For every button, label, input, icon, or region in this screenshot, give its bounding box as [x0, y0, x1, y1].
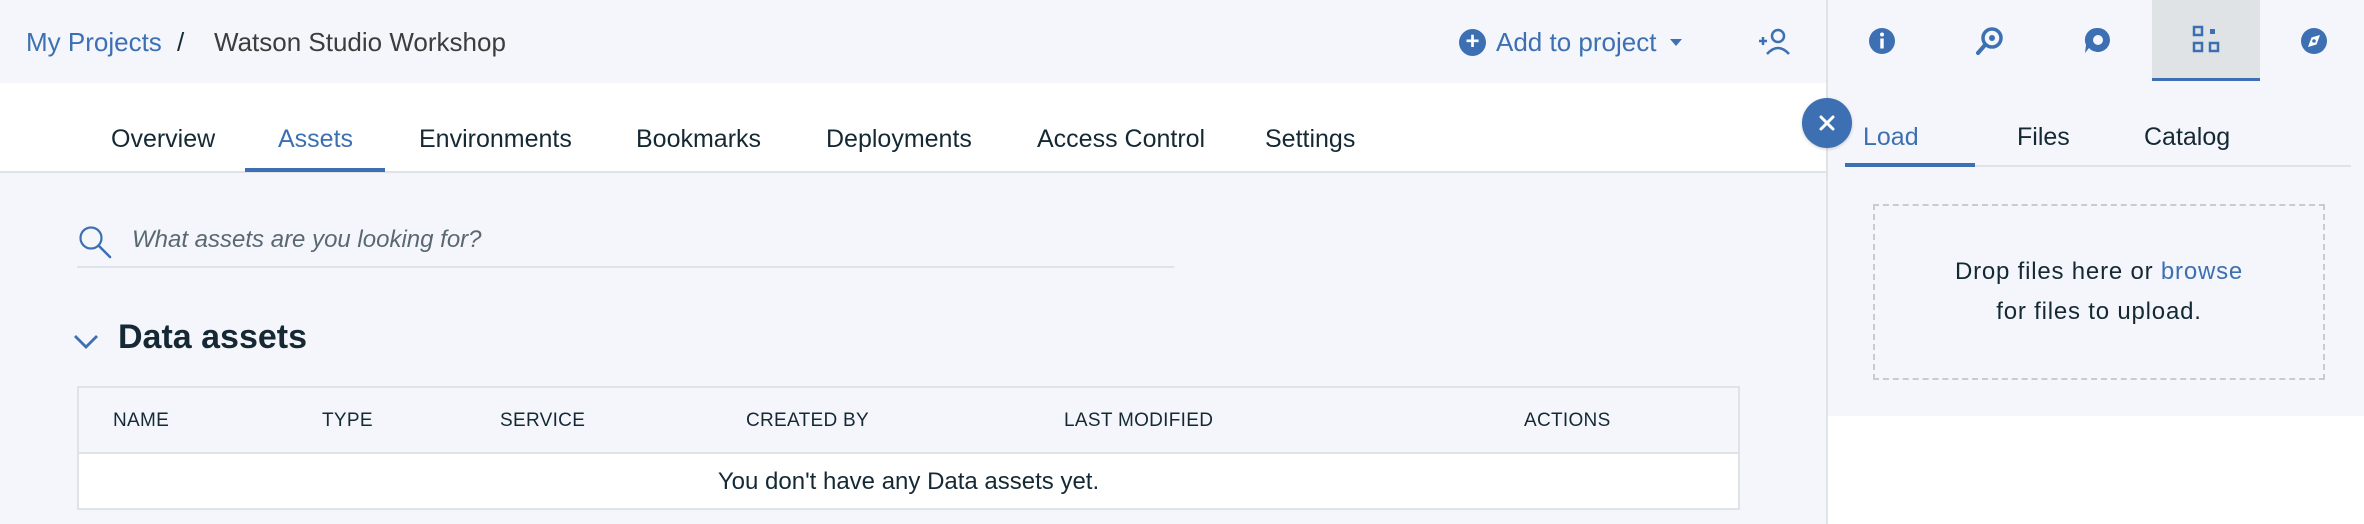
close-icon — [1819, 115, 1835, 131]
right-icon-rail — [1826, 0, 2364, 83]
panel-tab-load[interactable]: Load — [1863, 123, 1919, 152]
active-panel-tab-indicator — [1845, 163, 1975, 167]
tab-assets[interactable]: Assets — [278, 125, 353, 154]
add-to-project-button[interactable]: + Add to project — [1459, 24, 1683, 60]
explore-button[interactable] — [2260, 0, 2364, 81]
add-to-project-label: Add to project — [1496, 26, 1657, 57]
data-side-panel: Load Files Catalog Drop files here or br… — [1826, 83, 2364, 524]
search-icon — [79, 226, 112, 259]
data-assets-table: NAME TYPE SERVICE CREATED BY LAST MODIFI… — [77, 386, 1740, 510]
community-icon — [2084, 27, 2110, 53]
drop-zone-suffix: for files to upload. — [1996, 298, 2202, 325]
data-icon — [2192, 25, 2220, 53]
search-input[interactable] — [132, 222, 1162, 258]
close-panel-button[interactable] — [1802, 98, 1852, 148]
column-header-name[interactable]: NAME — [113, 410, 169, 432]
column-header-created-by[interactable]: CREATED BY — [746, 410, 869, 432]
panel-tab-catalog[interactable]: Catalog — [2144, 123, 2230, 152]
table-header: NAME TYPE SERVICE CREATED BY LAST MODIFI… — [79, 388, 1738, 454]
drop-zone-text: Drop files here or browse — [1875, 258, 2323, 286]
project-tabs: Overview Assets Environments Bookmarks D… — [0, 83, 1826, 173]
tab-bookmarks[interactable]: Bookmarks — [636, 125, 761, 154]
column-header-service[interactable]: SERVICE — [500, 410, 585, 432]
section-title-data-assets: Data assets — [118, 318, 308, 356]
caret-down-icon — [1670, 38, 1683, 46]
drop-zone-prefix: Drop files here or — [1954, 258, 2154, 285]
breadcrumb-separator: / — [177, 27, 185, 57]
tab-settings[interactable]: Settings — [1265, 125, 1355, 154]
community-button[interactable] — [2044, 0, 2152, 81]
info-icon — [1869, 27, 1895, 54]
panel-tab-files[interactable]: Files — [2017, 123, 2070, 152]
active-tab-indicator — [245, 168, 385, 172]
column-header-type[interactable]: TYPE — [322, 410, 373, 432]
compass-icon — [2301, 27, 2327, 54]
asset-search — [77, 216, 1174, 268]
breadcrumb-current-project: Watson Studio Workshop — [214, 27, 506, 57]
find-icon — [1976, 26, 2003, 55]
find-and-add-data-button[interactable] — [1936, 0, 2044, 81]
top-bar: My Projects / Watson Studio Workshop + A… — [0, 0, 1826, 83]
breadcrumb-my-projects[interactable]: My Projects — [26, 26, 162, 58]
column-header-actions: ACTIONS — [1524, 410, 1611, 431]
file-drop-zone[interactable]: Drop files here or browse for files to u… — [1873, 204, 2325, 380]
panel-content: Load Files Catalog Drop files here or br… — [1828, 83, 2364, 416]
chevron-down-icon[interactable] — [73, 330, 99, 352]
browse-link[interactable]: browse — [2161, 258, 2243, 285]
tab-deployments[interactable]: Deployments — [826, 125, 972, 154]
add-collaborator-icon[interactable] — [1757, 24, 1793, 60]
tab-overview[interactable]: Overview — [111, 125, 215, 154]
info-button[interactable] — [1828, 0, 1936, 81]
data-panel-button[interactable] — [2152, 0, 2260, 81]
tab-access-control[interactable]: Access Control — [1037, 125, 1205, 154]
column-header-last-modified[interactable]: LAST MODIFIED — [1064, 410, 1213, 432]
empty-state-message: You don't have any Data assets yet. — [717, 468, 1100, 495]
tab-environments[interactable]: Environments — [419, 125, 572, 154]
plus-circle-icon: + — [1459, 28, 1486, 56]
